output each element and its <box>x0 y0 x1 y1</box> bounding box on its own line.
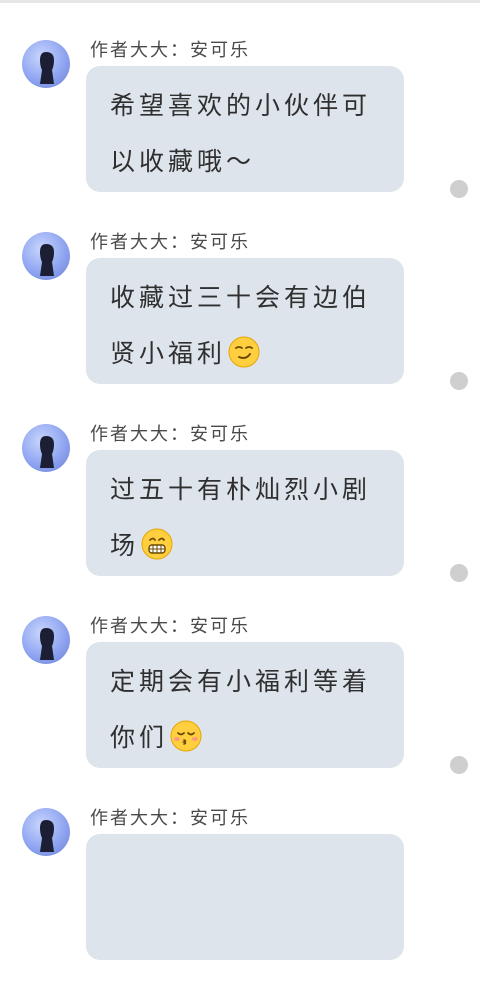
smirk-emoji-icon <box>228 336 260 368</box>
message-item: 作者大大：安可乐 希望喜欢的小伙伴可以收藏哦～ <box>0 36 480 226</box>
avatar[interactable] <box>22 808 70 856</box>
message-bubble[interactable]: 定期会有小福利等着你们 <box>86 642 404 768</box>
status-dot <box>450 756 468 774</box>
grimace-emoji-icon <box>141 528 173 560</box>
avatar-figure-icon <box>40 436 54 468</box>
author-name: 作者大大：安可乐 <box>90 616 250 637</box>
message-item: 作者大大：安可乐 过五十有朴灿烈小剧场 <box>0 420 480 610</box>
message-item: 作者大大：安可乐 收藏过三十会有边伯贤小福利 <box>0 228 480 418</box>
message-item: 作者大大：安可乐 <box>0 804 480 994</box>
avatar[interactable] <box>22 424 70 472</box>
avatar[interactable] <box>22 40 70 88</box>
message-bubble[interactable]: 过五十有朴灿烈小剧场 <box>86 450 404 576</box>
message-text: 希望喜欢的小伙伴可以收藏哦～ <box>110 91 372 176</box>
author-name: 作者大大：安可乐 <box>90 424 250 445</box>
avatar-figure-icon <box>40 52 54 84</box>
message-text: 定期会有小福利等着你们 <box>110 667 372 752</box>
avatar-figure-icon <box>40 244 54 276</box>
status-dot <box>450 564 468 582</box>
avatar[interactable] <box>22 616 70 664</box>
message-bubble[interactable] <box>86 834 404 960</box>
status-dot <box>450 372 468 390</box>
message-bubble[interactable]: 希望喜欢的小伙伴可以收藏哦～ <box>86 66 404 192</box>
avatar-figure-icon <box>40 820 54 852</box>
message-item: 作者大大：安可乐 定期会有小福利等着你们 <box>0 612 480 802</box>
avatar-figure-icon <box>40 628 54 660</box>
status-dot <box>450 180 468 198</box>
author-name: 作者大大：安可乐 <box>90 808 250 829</box>
kissing-emoji-icon <box>170 720 202 752</box>
chat-list: 作者大大：安可乐 希望喜欢的小伙伴可以收藏哦～ 作者大大：安可乐 收藏过三十会有… <box>0 0 480 960</box>
avatar[interactable] <box>22 232 70 280</box>
author-name: 作者大大：安可乐 <box>90 232 250 253</box>
author-name: 作者大大：安可乐 <box>90 40 250 61</box>
message-bubble[interactable]: 收藏过三十会有边伯贤小福利 <box>86 258 404 384</box>
